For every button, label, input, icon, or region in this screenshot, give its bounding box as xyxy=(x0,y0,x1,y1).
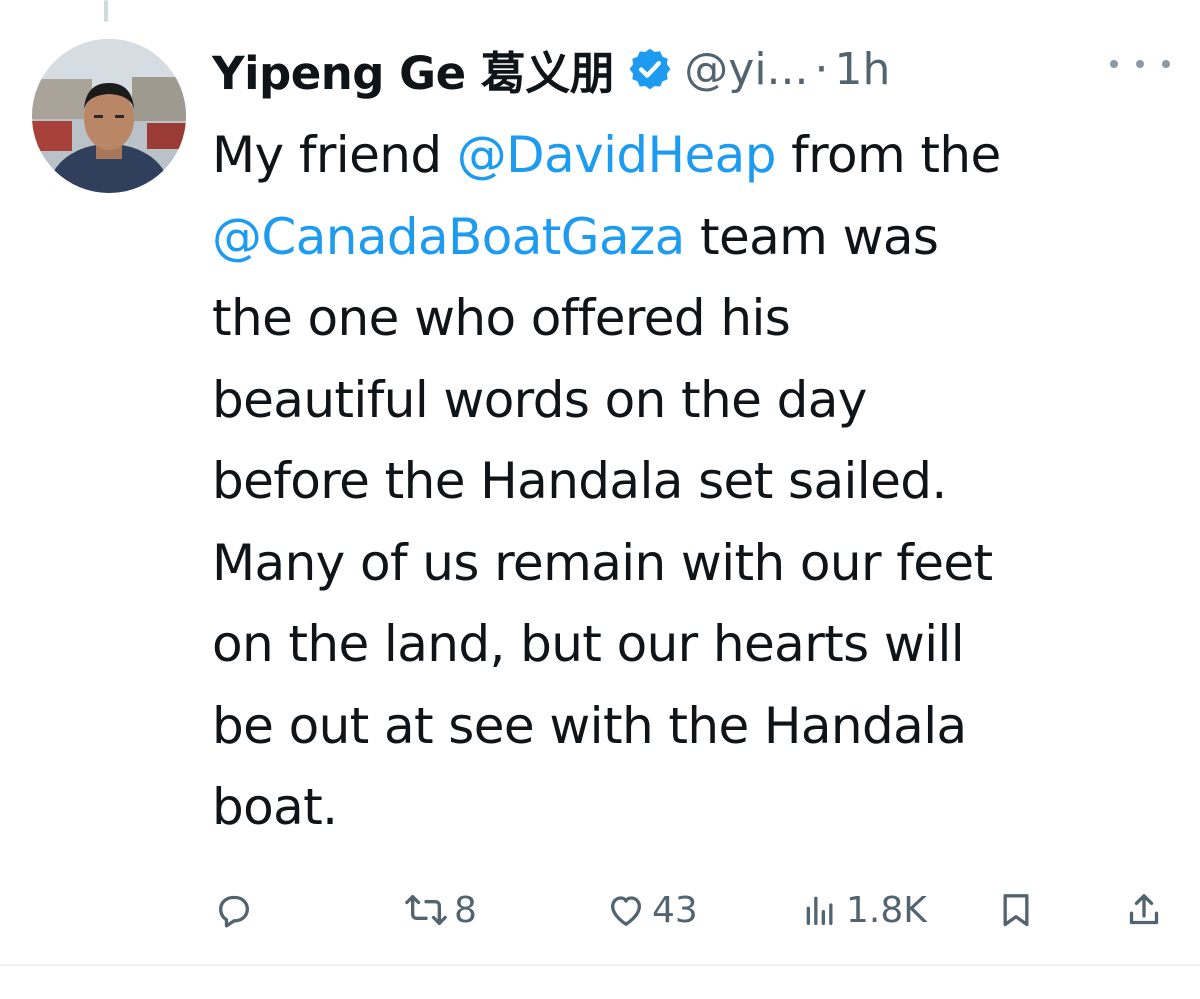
tweet-text: My friend @DavidHeap from the @CanadaBoa… xyxy=(212,115,1152,849)
tweet-text-line: before the Handala set sailed. xyxy=(212,452,947,510)
tweet-actions-bar: 8 43 1.8K xyxy=(0,880,1200,940)
bookmark-button[interactable] xyxy=(996,880,1036,940)
share-icon xyxy=(1124,890,1164,930)
bookmark-icon xyxy=(996,890,1036,930)
tweet-text-line: @CanadaBoatGaza team was xyxy=(212,197,1152,279)
separator-dot: · xyxy=(814,43,829,95)
tweet-text-line: be out at see with the Handala xyxy=(212,696,967,755)
avatar[interactable] xyxy=(32,39,186,193)
mention-link[interactable]: @DavidHeap xyxy=(457,126,777,184)
verified-badge-icon xyxy=(626,45,674,93)
like-button[interactable]: 43 xyxy=(606,880,698,940)
text-segment: My friend xyxy=(212,126,457,184)
author-name[interactable]: Yipeng Ge 葛义朋 xyxy=(212,37,615,102)
views-count: 1.8K xyxy=(846,889,927,931)
tweet-text-line: boat. xyxy=(212,778,338,836)
author-handle[interactable]: @yi... xyxy=(684,44,808,95)
views-icon xyxy=(800,890,840,930)
tweet-text-line: the one who offered his xyxy=(212,289,791,347)
tweet-text-line: Many of us remain with our feet xyxy=(212,533,993,592)
heart-icon xyxy=(606,890,646,930)
reply-icon xyxy=(214,890,254,930)
tweet-text-line: on the land, but our hearts will xyxy=(212,615,965,673)
divider xyxy=(0,964,1200,966)
share-button[interactable] xyxy=(1124,880,1164,940)
timestamp[interactable]: 1h xyxy=(835,44,891,95)
tweet-text-line: beautiful words on the day xyxy=(212,370,867,429)
views-button[interactable]: 1.8K xyxy=(800,880,927,940)
retweet-button[interactable]: 8 xyxy=(404,880,477,940)
like-count: 43 xyxy=(652,889,698,931)
thread-connector-line xyxy=(104,0,108,22)
tweet-header: Yipeng Ge 葛义朋 @yi... · 1h xyxy=(212,36,890,102)
more-icon[interactable] xyxy=(1110,52,1170,76)
retweet-icon xyxy=(404,890,448,930)
tweet-text-line: My friend @DavidHeap from the xyxy=(212,115,1152,197)
text-segment: team was xyxy=(684,207,939,266)
text-segment: from the xyxy=(775,126,1001,184)
mention-link[interactable]: @CanadaBoatGaza xyxy=(212,208,685,266)
retweet-count: 8 xyxy=(454,889,477,931)
reply-button[interactable] xyxy=(214,880,254,940)
